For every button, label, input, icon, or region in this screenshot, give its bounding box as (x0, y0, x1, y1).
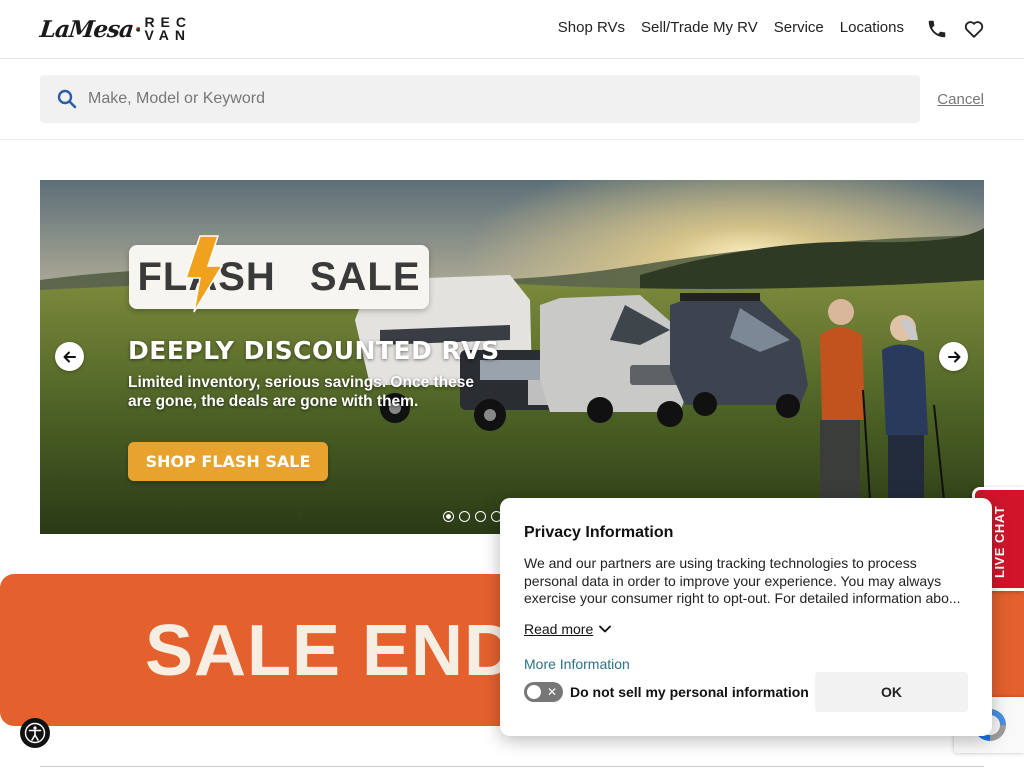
logo-text-lamesa: LaMesa (38, 15, 135, 43)
search-bar-section: Cancel (0, 59, 1024, 140)
privacy-ok-button[interactable]: OK (815, 672, 968, 712)
carousel-dots (443, 511, 502, 522)
arrow-left-icon (63, 351, 76, 362)
read-more-label: Read more (524, 621, 594, 637)
hero-subtitle: Limited inventory, serious savings. Once… (128, 374, 474, 410)
read-more-toggle[interactable]: Read more (524, 621, 612, 637)
do-not-sell-label: Do not sell my personal information (570, 684, 809, 700)
shop-flash-sale-button[interactable]: SHOP FLASH SALE (128, 442, 328, 481)
carousel-dot-2[interactable] (459, 511, 470, 522)
search-box (40, 75, 920, 123)
cancel-search-link[interactable]: Cancel (937, 91, 984, 108)
main-nav: Shop RVs Sell/Trade My RV Service Locati… (558, 19, 904, 36)
carousel-dot-3[interactable] (475, 511, 486, 522)
divider (40, 766, 984, 767)
flash-sale-badge: FLASH SALE (129, 245, 429, 309)
page: LaMesa REC VAN Shop RVs Sell/Trade My RV… (0, 0, 1024, 768)
lamesa-recvan-logo[interactable]: LaMesa REC VAN (38, 10, 192, 48)
nav-item-sell-trade[interactable]: Sell/Trade My RV (641, 19, 758, 36)
privacy-title: Privacy Information (524, 524, 674, 541)
phone-icon[interactable] (926, 18, 948, 40)
search-input[interactable] (88, 75, 908, 123)
badge-word-sale: SALE (309, 254, 421, 299)
chevron-down-icon (599, 625, 612, 633)
nav-item-shop-rvs[interactable]: Shop RVs (558, 19, 625, 36)
live-chat-label: LIVE CHAT (992, 505, 1007, 578)
accessibility-button[interactable] (20, 718, 50, 748)
arrow-right-icon (947, 351, 960, 362)
logo-van: VAN (144, 27, 191, 43)
heart-icon[interactable] (963, 18, 985, 40)
carousel-prev-button[interactable] (55, 342, 84, 371)
privacy-body-line-1: We and our partners are using tracking t… (524, 555, 942, 589)
nav-item-locations[interactable]: Locations (840, 19, 904, 36)
privacy-body-line-2: exercise your consumer right to opt-out.… (524, 590, 961, 606)
toggle-knob (527, 685, 541, 699)
lightning-bolt-icon (184, 235, 224, 313)
privacy-body-text: We and our partners are using tracking t… (524, 555, 968, 607)
do-not-sell-toggle[interactable]: ✕ (524, 682, 563, 702)
logo-text-recvan: REC VAN (144, 15, 192, 43)
mountain-sun-logo-icon (136, 26, 141, 32)
nav-item-service[interactable]: Service (774, 19, 824, 36)
carousel-dot-1[interactable] (443, 511, 454, 522)
privacy-consent-dialog: Privacy Information We and our partners … (500, 498, 992, 736)
hero-title: DEEPLY DISCOUNTED RVS (128, 336, 500, 365)
sale-banner-text: SALE END (145, 611, 518, 691)
site-header: LaMesa REC VAN Shop RVs Sell/Trade My RV… (0, 0, 1024, 59)
hero-carousel: FLASH SALE DEEPLY DISCOUNTED RVS Limited… (40, 180, 984, 534)
toggle-off-x-icon: ✕ (547, 685, 558, 699)
accessibility-icon (24, 722, 46, 744)
carousel-next-button[interactable] (939, 342, 968, 371)
more-information-link[interactable]: More Information (524, 656, 630, 672)
search-icon (57, 89, 77, 109)
